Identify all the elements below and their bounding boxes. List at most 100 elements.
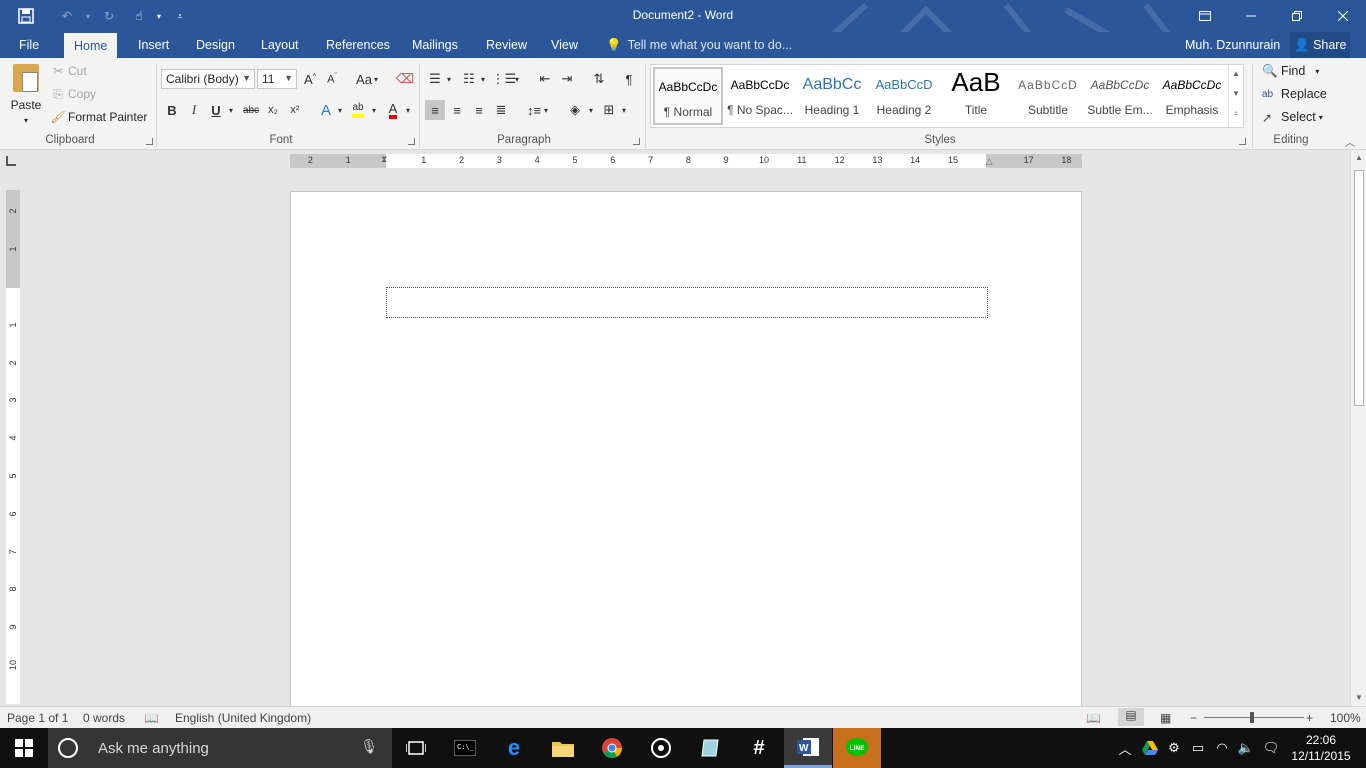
scroll-down-arrow[interactable]: ▼ [1351, 690, 1366, 706]
start-button[interactable] [0, 728, 48, 768]
web-layout-button[interactable]: ▦ [1160, 711, 1171, 725]
minimize-button[interactable] [1228, 0, 1274, 32]
font-dialog-launcher[interactable] [408, 138, 415, 145]
style-normal[interactable]: AaBbCcDc ¶ Normal [653, 67, 723, 125]
word-count[interactable]: 0 words [83, 711, 125, 725]
page-count[interactable]: Page 1 of 1 [7, 711, 68, 725]
highlight-button[interactable]: ab [348, 100, 368, 120]
styles-more[interactable]: ⩡ [1229, 104, 1243, 124]
vertical-scrollbar[interactable]: ▲ ▼ [1350, 150, 1366, 706]
settings-tray-icon[interactable]: ⚙ [1163, 728, 1185, 768]
grow-font-button[interactable]: A^ [300, 69, 320, 89]
wifi-tray-icon[interactable]: ◠ [1211, 728, 1233, 768]
taskbar-file-explorer[interactable] [539, 728, 587, 768]
text-effects-dropdown[interactable]: ▾ [335, 100, 345, 120]
multilevel-list-dropdown[interactable]: ▾ [512, 69, 522, 89]
underline-button[interactable]: U [206, 100, 226, 120]
ribbon-display-options-button[interactable] [1182, 0, 1228, 32]
bold-button[interactable]: B [162, 100, 182, 120]
taskbar-groove-music[interactable] [637, 728, 685, 768]
superscript-button[interactable]: x² [285, 100, 305, 120]
zoom-level[interactable]: 100% [1330, 711, 1361, 725]
proofing-icon[interactable]: 📖 [144, 711, 159, 725]
style-no-spacing[interactable]: AaBbCcDc ¶ No Spac... [725, 67, 795, 125]
cut-button[interactable]: ✂ Cut [50, 61, 87, 81]
find-button[interactable]: 🔍 Find ▾ [1262, 60, 1319, 82]
shading-button[interactable]: ◈ [565, 100, 585, 120]
tell-me-box[interactable]: 💡 Tell me what you want to do... [606, 32, 792, 58]
copy-button[interactable]: ⎘ Copy [50, 84, 96, 104]
scroll-thumb[interactable] [1354, 170, 1364, 406]
strikethrough-button[interactable]: abc [240, 100, 262, 120]
style-emphasis[interactable]: AaBbCcDc Emphasis [1157, 67, 1227, 125]
paragraph-dialog-launcher[interactable] [633, 138, 640, 145]
align-left-button[interactable]: ≡ [425, 100, 445, 120]
font-color-dropdown[interactable]: ▾ [403, 100, 413, 120]
tab-insert[interactable]: Insert [128, 32, 179, 58]
scroll-up-arrow[interactable]: ▲ [1351, 150, 1366, 166]
show-formatting-button[interactable]: ¶ [619, 69, 639, 89]
align-right-button[interactable]: ≡ [469, 100, 489, 120]
bullets-button[interactable]: ☰ [425, 69, 445, 89]
zoom-out-button[interactable]: − [1190, 711, 1197, 725]
volume-tray-icon[interactable]: 🔈 [1235, 728, 1257, 768]
tab-review[interactable]: Review [476, 32, 537, 58]
paste-button[interactable]: Paste ▾ [6, 62, 46, 128]
taskbar-word[interactable]: W [784, 728, 832, 768]
language[interactable]: English (United Kingdom) [175, 711, 311, 725]
borders-button[interactable]: ⊞ [599, 100, 619, 120]
styles-dialog-launcher[interactable] [1239, 138, 1246, 145]
styles-scroll-up[interactable]: ▲ [1229, 64, 1243, 84]
restore-button[interactable] [1274, 0, 1320, 32]
line-spacing-dropdown[interactable]: ▾ [541, 100, 551, 120]
tab-design[interactable]: Design [186, 32, 245, 58]
format-painter-button[interactable]: 🖌 Format Painter [50, 107, 147, 127]
underline-dropdown[interactable]: ▾ [226, 100, 236, 120]
zoom-in-button[interactable]: + [1306, 711, 1313, 725]
document-page[interactable] [290, 191, 1082, 721]
font-color-button[interactable]: A [383, 100, 403, 120]
clock[interactable]: 22:06 12/11/2015 [1290, 732, 1352, 764]
tab-layout[interactable]: Layout [251, 32, 309, 58]
taskbar-command-prompt[interactable]: C:\_ [441, 728, 489, 768]
left-indent-marker[interactable]: ⧗ [381, 154, 387, 165]
style-subtitle[interactable]: AaBbCcD Subtitle [1013, 67, 1083, 125]
text-effects-button[interactable]: A [316, 100, 336, 120]
style-heading-1[interactable]: AaBbCc Heading 1 [797, 67, 867, 125]
font-family-combo[interactable]: Calibri (Body) ▼ [161, 69, 255, 89]
highlight-dropdown[interactable]: ▾ [369, 100, 379, 120]
style-subtle-emphasis[interactable]: AaBbCcDc Subtle Em... [1085, 67, 1155, 125]
borders-dropdown[interactable]: ▾ [619, 100, 629, 120]
tab-references[interactable]: References [316, 32, 400, 58]
numbering-dropdown[interactable]: ▾ [478, 69, 488, 89]
show-hidden-icons-button[interactable]: ︿ [1116, 728, 1134, 768]
taskbar-slack[interactable]: # [735, 728, 783, 768]
collapse-ribbon-button[interactable]: ︿ [1345, 134, 1355, 149]
select-button[interactable]: ➚ Select ▾ [1262, 106, 1323, 128]
subscript-button[interactable]: x₂ [263, 100, 283, 120]
read-mode-button[interactable]: 📖 [1086, 711, 1101, 725]
horizontal-ruler[interactable]: 2 1 1 2 3 4 5 6 7 8 9 10 11 12 13 14 15 17 18 ⧗ △ [290, 154, 1082, 168]
zoom-slider[interactable] [1204, 712, 1304, 723]
style-heading-2[interactable]: AaBbCcD Heading 2 [869, 67, 939, 125]
tab-file[interactable]: File [9, 32, 49, 58]
shading-dropdown[interactable]: ▾ [586, 100, 596, 120]
tab-mailings[interactable]: Mailings [402, 32, 468, 58]
numbering-button[interactable]: ☷ [459, 69, 479, 89]
italic-button[interactable]: I [184, 100, 204, 120]
right-indent-marker[interactable]: △ [986, 156, 993, 167]
taskbar-edge[interactable]: e [490, 728, 538, 768]
tab-view[interactable]: View [541, 32, 588, 58]
replace-button[interactable]: ab Replace [1262, 83, 1327, 105]
zoom-slider-thumb[interactable] [1250, 712, 1254, 723]
close-button[interactable] [1320, 0, 1366, 32]
shrink-font-button[interactable]: Aˇ [322, 69, 342, 89]
clear-formatting-button[interactable]: ⌫ [395, 69, 415, 89]
sort-button[interactable]: ⇅ [589, 69, 609, 89]
bullets-dropdown[interactable]: ▾ [444, 69, 454, 89]
font-size-combo[interactable]: 11 ▼ [257, 69, 297, 89]
taskbar-chrome[interactable] [588, 728, 636, 768]
text-box[interactable] [386, 287, 988, 318]
print-layout-button[interactable]: ▤ [1118, 708, 1144, 726]
battery-tray-icon[interactable]: ▭ [1187, 728, 1209, 768]
